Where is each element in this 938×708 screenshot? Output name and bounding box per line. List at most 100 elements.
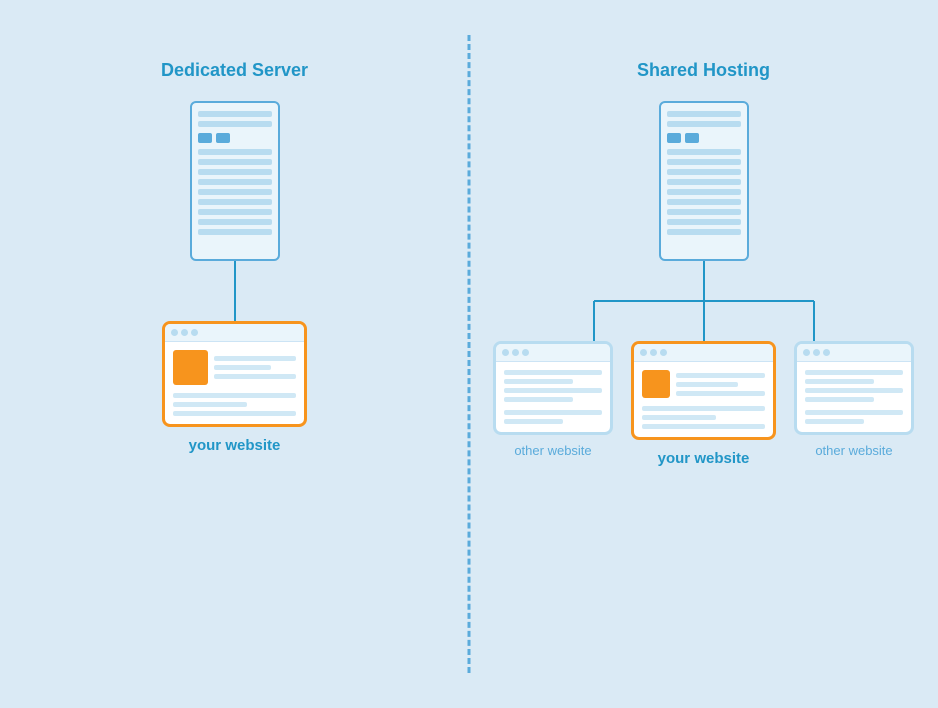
server-line bbox=[198, 169, 272, 175]
bottom-lines bbox=[634, 406, 773, 437]
browser-content bbox=[165, 342, 304, 393]
server-line bbox=[667, 169, 741, 175]
browser-dot bbox=[650, 349, 657, 356]
other-website-1-label: other website bbox=[514, 443, 591, 458]
browser-dot bbox=[640, 349, 647, 356]
dedicated-server-icon bbox=[190, 101, 280, 261]
connector-line bbox=[234, 261, 236, 321]
your-website-item: your website bbox=[631, 341, 776, 467]
websites-row: other website bbox=[493, 341, 914, 467]
your-website-box bbox=[631, 341, 776, 440]
server-line bbox=[667, 229, 741, 235]
server-dot bbox=[685, 133, 699, 143]
shared-server-icon bbox=[659, 101, 749, 261]
bottom-lines bbox=[496, 410, 610, 432]
bottom-line bbox=[805, 419, 864, 424]
server-line bbox=[667, 199, 741, 205]
server-line bbox=[667, 111, 741, 117]
bottom-line bbox=[173, 411, 296, 416]
server-line bbox=[198, 179, 272, 185]
server-dot bbox=[667, 133, 681, 143]
browser-dot bbox=[660, 349, 667, 356]
content-lines bbox=[676, 370, 765, 398]
content-line bbox=[676, 382, 738, 387]
bottom-line bbox=[642, 406, 765, 411]
content-image bbox=[173, 350, 208, 385]
server-line bbox=[198, 219, 272, 225]
bottom-lines bbox=[165, 393, 304, 424]
shared-hosting-panel: Shared Hosting bbox=[469, 0, 938, 708]
browser-content bbox=[797, 362, 911, 410]
content-line bbox=[504, 397, 573, 402]
bottom-line bbox=[504, 419, 563, 424]
browser-bar bbox=[165, 324, 304, 342]
your-website-label: your website bbox=[658, 450, 750, 467]
server-line bbox=[667, 179, 741, 185]
browser-dot bbox=[191, 329, 198, 336]
dedicated-server-panel: Dedicated Server bbox=[0, 0, 469, 708]
server-line bbox=[667, 159, 741, 165]
content-line bbox=[214, 356, 296, 361]
browser-dot bbox=[823, 349, 830, 356]
other-website-1-box bbox=[493, 341, 613, 435]
other-website-2-item: other website bbox=[794, 341, 914, 458]
browser-content bbox=[496, 362, 610, 410]
dedicated-website-box bbox=[162, 321, 307, 427]
content-line bbox=[676, 373, 765, 378]
server-line bbox=[198, 229, 272, 235]
dedicated-website-label: your website bbox=[189, 437, 281, 454]
server-line bbox=[667, 189, 741, 195]
content-lines bbox=[504, 370, 602, 402]
diagram-container: Dedicated Server bbox=[0, 0, 938, 708]
content-line bbox=[805, 397, 874, 402]
browser-content bbox=[634, 362, 773, 406]
server-dot-row bbox=[198, 133, 272, 143]
content-line bbox=[676, 391, 765, 396]
browser-dot bbox=[803, 349, 810, 356]
other-website-1-item: other website bbox=[493, 341, 613, 458]
server-dot bbox=[216, 133, 230, 143]
bottom-line bbox=[504, 410, 602, 415]
content-lines bbox=[214, 350, 296, 385]
server-line bbox=[198, 111, 272, 117]
server-dot-row bbox=[667, 133, 741, 143]
browser-bar bbox=[797, 344, 911, 362]
server-line bbox=[198, 199, 272, 205]
server-line bbox=[198, 209, 272, 215]
content-line bbox=[805, 379, 874, 384]
dedicated-server-title: Dedicated Server bbox=[161, 60, 308, 81]
browser-dot bbox=[502, 349, 509, 356]
bottom-line bbox=[173, 402, 247, 407]
server-line bbox=[198, 159, 272, 165]
browser-dot bbox=[181, 329, 188, 336]
content-line bbox=[805, 370, 903, 375]
server-line bbox=[198, 121, 272, 127]
browser-dot bbox=[512, 349, 519, 356]
content-image bbox=[642, 370, 670, 398]
shared-hosting-title: Shared Hosting bbox=[637, 60, 770, 81]
browser-bar bbox=[496, 344, 610, 362]
content-line bbox=[214, 365, 271, 370]
server-line bbox=[198, 149, 272, 155]
other-website-2-label: other website bbox=[815, 443, 892, 458]
bottom-lines bbox=[797, 410, 911, 432]
tree-connector bbox=[534, 261, 874, 341]
bottom-line bbox=[642, 424, 765, 429]
browser-dot bbox=[813, 349, 820, 356]
content-line bbox=[805, 388, 903, 393]
content-lines bbox=[805, 370, 903, 402]
content-line bbox=[504, 370, 602, 375]
browser-dot bbox=[522, 349, 529, 356]
server-dot bbox=[198, 133, 212, 143]
server-line bbox=[667, 219, 741, 225]
bottom-line bbox=[642, 415, 716, 420]
bottom-line bbox=[173, 393, 296, 398]
content-line bbox=[504, 379, 573, 384]
server-line bbox=[198, 189, 272, 195]
content-line bbox=[504, 388, 602, 393]
server-line bbox=[667, 149, 741, 155]
server-line bbox=[667, 209, 741, 215]
bottom-line bbox=[805, 410, 903, 415]
content-line bbox=[214, 374, 296, 379]
other-website-2-box bbox=[794, 341, 914, 435]
